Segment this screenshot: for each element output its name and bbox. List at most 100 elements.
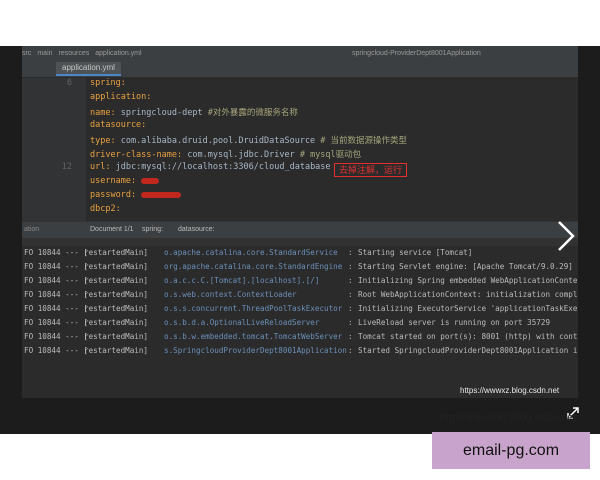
yaml-key: driver-class-name: xyxy=(90,150,183,160)
yaml-key: username: xyxy=(90,176,137,186)
email-watermark: email-pg.com xyxy=(432,432,590,469)
log-logger[interactable]: o.s.web.context.ContextLoader xyxy=(164,290,297,299)
nav-item-resources[interactable]: resources xyxy=(59,50,90,57)
yaml-value: jdbc:mysql://localhost:3306/cloud_databa… xyxy=(110,162,331,172)
log-level: FO 10844 --- [ xyxy=(24,262,89,271)
nav-item-main[interactable]: main xyxy=(37,50,52,57)
log-separator: : xyxy=(348,276,353,285)
editor-tab-bar: application.yml xyxy=(22,60,578,78)
console-row: FO 10844 --- [ restartedMain] o.s.b.w.emb… xyxy=(22,332,578,346)
log-level: FO 10844 --- [ xyxy=(24,318,89,327)
log-thread: restartedMain] xyxy=(84,290,149,299)
console-row: FO 10844 --- [ restartedMain] o.s.web.con… xyxy=(22,290,578,304)
log-logger[interactable]: s.SpringcloudProviderDept8001Application xyxy=(164,346,347,355)
yaml-key: application: xyxy=(90,92,152,102)
yaml-key: name: xyxy=(90,108,116,118)
log-separator: : xyxy=(348,248,353,257)
code-line: type: com.alibaba.druid.pool.DruidDataSo… xyxy=(22,134,578,148)
log-thread: restartedMain] xyxy=(84,248,149,257)
run-console[interactable]: FO 10844 --- [ restartedMain] o.apache.ca… xyxy=(22,238,578,398)
editor-breadcrumb-bar: ation Document 1/1 spring: datasource: xyxy=(22,221,578,238)
log-separator: : xyxy=(348,332,353,341)
tab-application-yml[interactable]: application.yml xyxy=(56,62,121,76)
code-line: password: xyxy=(22,190,578,204)
log-level: FO 10844 --- [ xyxy=(24,332,89,341)
log-separator: : xyxy=(348,304,353,313)
log-message: Initializing ExecutorService 'applicatio… xyxy=(358,304,578,313)
code-comment: # 当前数据源操作类型 xyxy=(315,136,408,146)
log-message: Root WebApplicationContext: initializati… xyxy=(358,290,578,299)
log-level: FO 10844 --- [ xyxy=(24,248,89,257)
log-logger[interactable]: o.apache.catalina.core.StandardService xyxy=(164,248,338,257)
document-indicator: Document 1/1 xyxy=(90,226,134,233)
log-thread: restartedMain] xyxy=(84,332,149,341)
code-line: 6 spring: xyxy=(22,78,578,92)
console-row: FO 10844 --- [ restartedMain] o.a.c.c.C.[… xyxy=(22,276,578,290)
breadcrumb-datasource[interactable]: datasource: xyxy=(178,226,215,233)
yaml-key: password: xyxy=(90,190,137,200)
redaction-mark xyxy=(141,177,160,184)
log-message: Starting service [Tomcat] xyxy=(358,248,473,257)
console-row: FO 10844 --- [ restartedMain] o.s.s.concu… xyxy=(22,304,578,318)
log-separator: : xyxy=(348,262,353,271)
yaml-key: spring: xyxy=(90,78,126,88)
yaml-key: dbcp2: xyxy=(90,204,121,214)
code-line: application: xyxy=(22,92,578,106)
run-config-label[interactable]: springcloud-ProviderDept8001Application xyxy=(352,50,481,57)
yaml-key: datasource: xyxy=(90,120,147,130)
line-number: 6 xyxy=(66,78,72,88)
watermark-url: https://wwwxz.blog.csdn.net xyxy=(440,412,577,424)
log-message: Started SpringcloudProviderDept8001Appli… xyxy=(358,346,578,355)
log-separator: : xyxy=(348,346,353,355)
log-logger[interactable]: org.apache.catalina.core.StandardEngine xyxy=(164,262,342,271)
yaml-value: springcloud-dept xyxy=(115,108,203,118)
yaml-key: url: xyxy=(90,162,111,172)
redaction-mark xyxy=(141,191,182,198)
log-level: FO 10844 --- [ xyxy=(24,346,89,355)
navigation-bar: src main resources application.yml sprin… xyxy=(22,46,578,60)
console-row: FO 10844 --- [ restartedMain] org.apache.… xyxy=(22,262,578,276)
code-line: 12 url: jdbc:mysql://localhost:3306/clou… xyxy=(22,162,578,177)
log-logger[interactable]: o.s.b.d.a.OptionalLiveReloadServer xyxy=(164,318,319,327)
code-line: dbcp2: xyxy=(22,204,578,218)
log-level: FO 10844 --- [ xyxy=(24,290,89,299)
log-logger[interactable]: o.s.b.w.embedded.tomcat.TomcatWebServer xyxy=(164,332,342,341)
yaml-value: com.alibaba.druid.pool.DruidDataSource xyxy=(115,136,316,146)
log-thread: restartedMain] xyxy=(84,304,149,313)
log-thread: restartedMain] xyxy=(84,318,149,327)
log-separator: : xyxy=(348,290,353,299)
log-logger[interactable]: o.s.s.concurrent.ThreadPoolTaskExecutor xyxy=(164,304,342,313)
code-line: driver-class-name: com.mysql.jdbc.Driver… xyxy=(22,148,578,162)
yaml-key: type: xyxy=(90,136,116,146)
image-viewer-stage: src main resources application.yml sprin… xyxy=(0,46,600,434)
code-line: name: springcloud-dept #对外暴露的微服务名称 xyxy=(22,106,578,120)
yaml-value: com.mysql.jdbc.Driver xyxy=(182,150,295,160)
log-thread: restartedMain] xyxy=(84,276,149,285)
log-message: LiveReload server is running on port 357… xyxy=(358,318,551,327)
run-tab-label[interactable]: ation xyxy=(24,226,39,233)
log-thread: restartedMain] xyxy=(84,346,149,355)
log-level: FO 10844 --- [ xyxy=(24,304,89,313)
nav-item-file[interactable]: application.yml xyxy=(95,50,141,57)
log-thread: restartedMain] xyxy=(84,262,149,271)
code-comment: #对外暴露的微服务名称 xyxy=(202,108,298,118)
breadcrumb-spring[interactable]: spring: xyxy=(142,226,163,233)
code-editor[interactable]: 6 spring: application: name: springcloud… xyxy=(22,78,578,221)
log-message: Tomcat started on port(s): 8001 (http) w… xyxy=(358,332,578,341)
log-level: FO 10844 --- [ xyxy=(24,276,89,285)
annotation-box: 去掉注解，运行 xyxy=(334,163,408,177)
line-number: 12 xyxy=(61,162,72,172)
code-line: username: xyxy=(22,176,578,190)
log-message: Initializing Spring embedded WebApplicat… xyxy=(358,276,578,285)
chevron-right-icon[interactable] xyxy=(555,218,577,254)
log-logger[interactable]: o.a.c.c.C.[Tomcat].[localhost].[/] xyxy=(164,276,319,285)
console-row: FO 10844 --- [ restartedMain] o.s.b.d.a.O… xyxy=(22,318,578,332)
log-message: Starting Servlet engine: [Apache Tomcat/… xyxy=(358,262,573,271)
code-line: datasource: xyxy=(22,120,578,134)
nav-item-src[interactable]: src xyxy=(22,50,31,57)
console-row: FO 10844 --- [ restartedMain] s.Springclo… xyxy=(22,346,578,360)
code-comment: # mysql驱动包 xyxy=(294,150,362,160)
console-row: FO 10844 --- [ restartedMain] o.apache.ca… xyxy=(22,248,578,262)
inner-watermark: https://wwwxz.blog.csdn.net xyxy=(460,386,560,395)
ide-screenshot: src main resources application.yml sprin… xyxy=(22,46,578,398)
